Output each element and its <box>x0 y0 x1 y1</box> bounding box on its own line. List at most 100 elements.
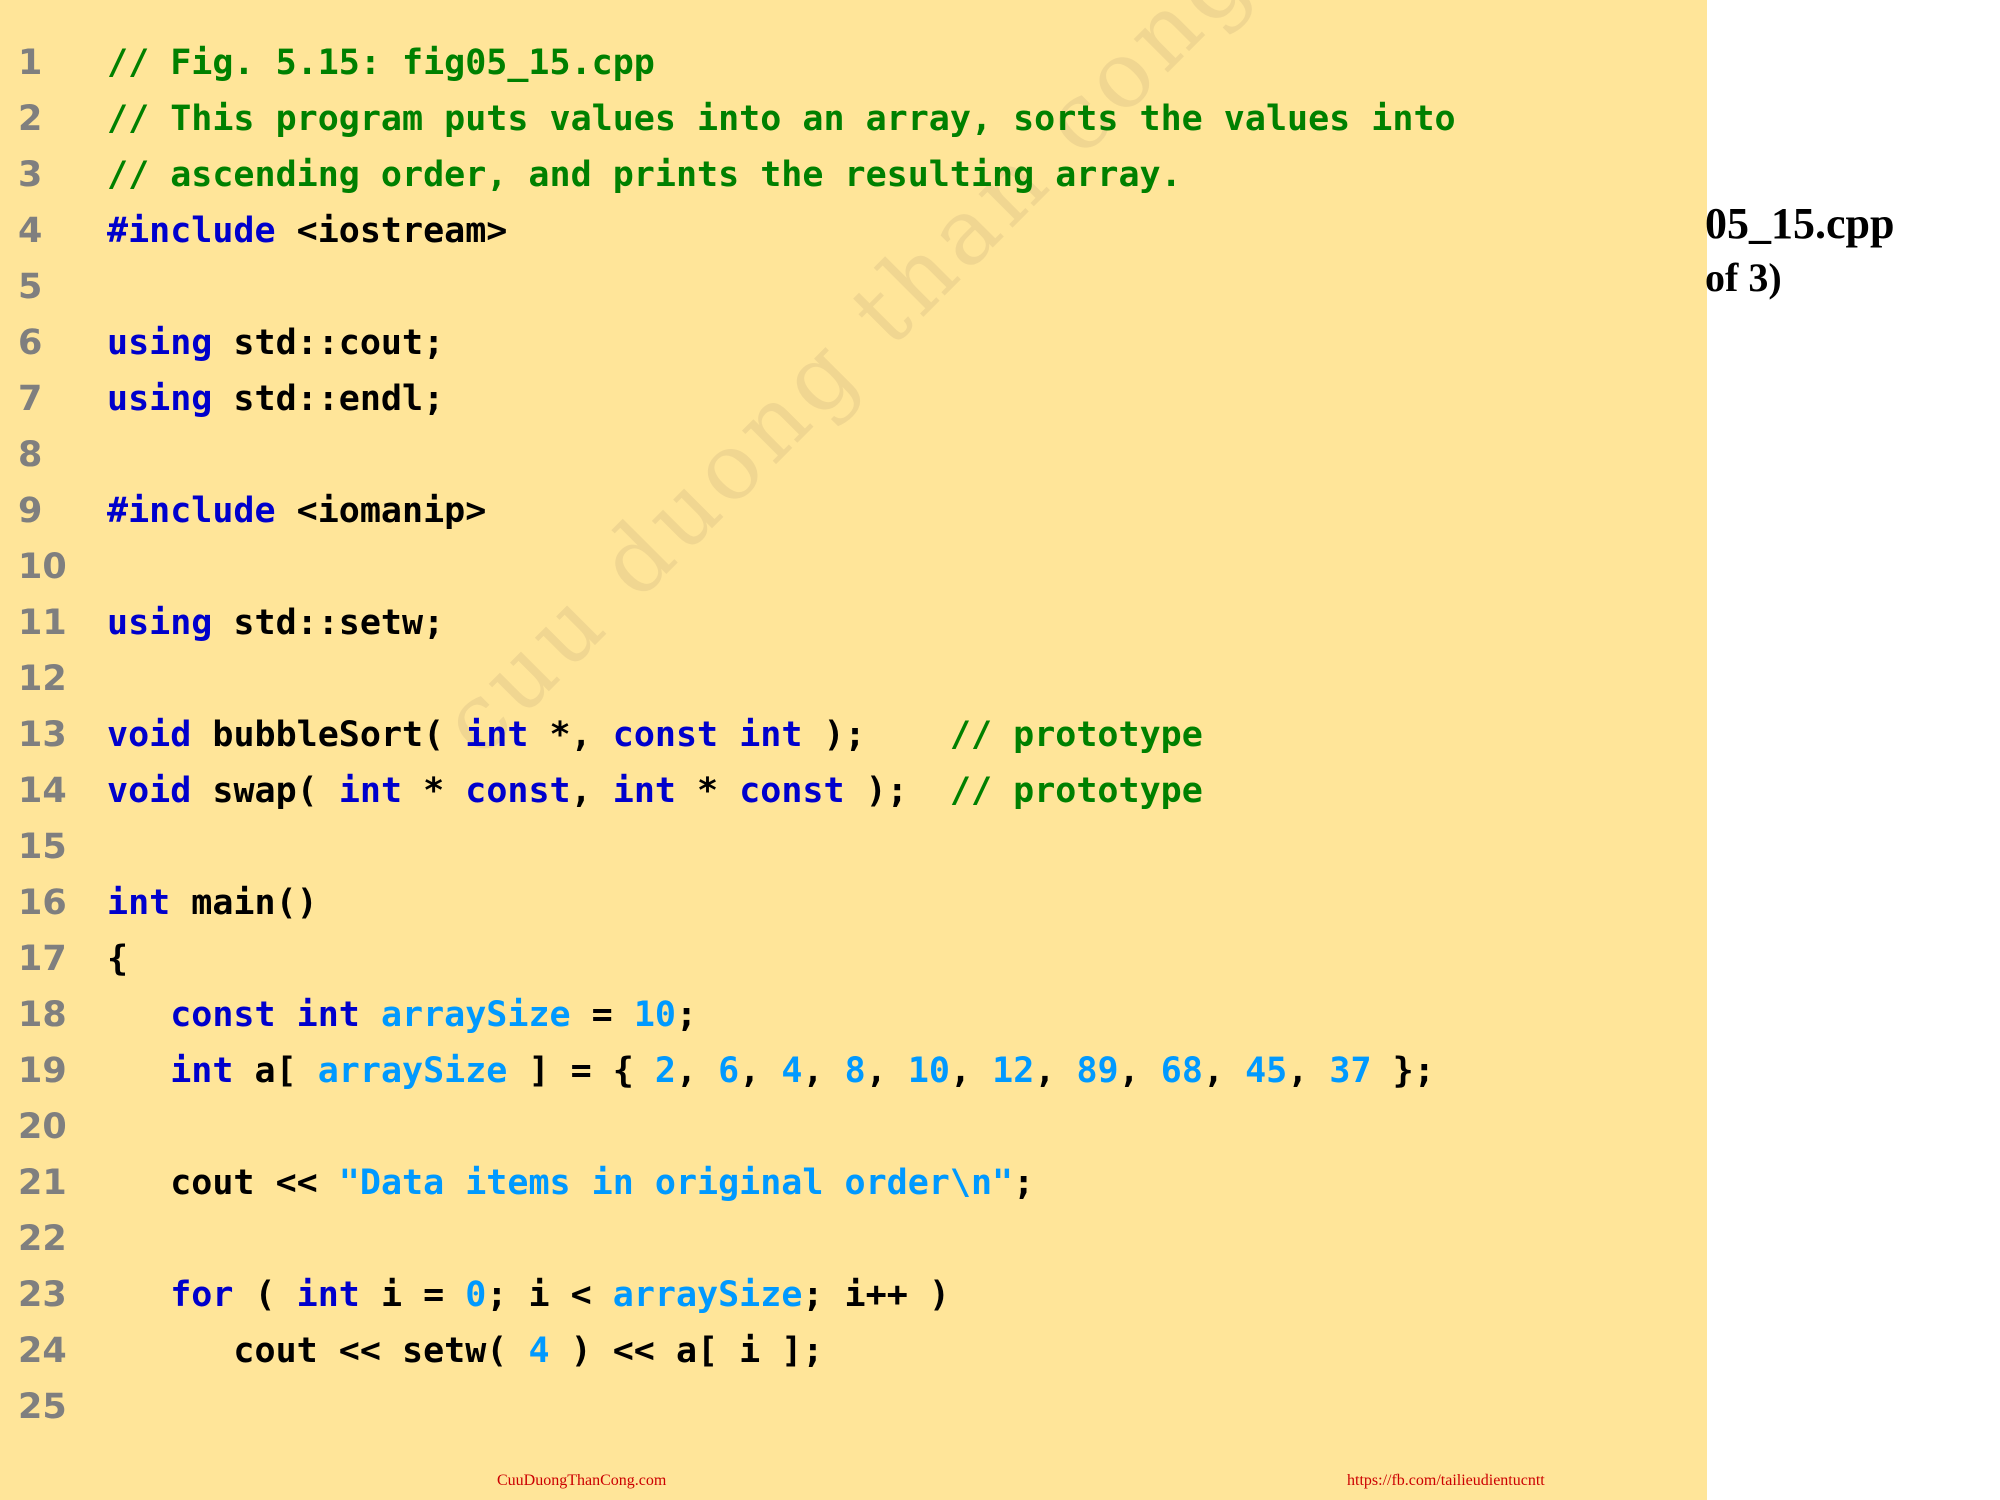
code-token-plain: ; <box>1013 1163 1035 1203</box>
code-token-plain: cout << setw( <box>107 1331 529 1371</box>
code-text: #include <iostream> <box>107 203 507 259</box>
code-token-literal: 68 <box>1160 1051 1203 1091</box>
code-token-keyword: int <box>612 771 676 811</box>
code-token-keyword: int <box>739 715 803 755</box>
code-text: for ( int i = 0; i < arraySize; i++ ) <box>107 1267 950 1323</box>
code-token-plain: a[ <box>233 1051 318 1091</box>
line-number: 23 <box>18 1275 67 1315</box>
line-number: 15 <box>18 827 67 867</box>
footer-site-label: CuuDuongThanCong.com <box>497 1472 667 1489</box>
code-token-plain: i = <box>359 1275 466 1315</box>
code-token-literal: arraySize <box>380 995 571 1035</box>
code-text: // ascending order, and prints the resul… <box>107 147 1182 203</box>
code-token-literal: 0 <box>465 1275 487 1315</box>
code-token-plain: main() <box>170 883 318 923</box>
code-token-plain: <iomanip> <box>275 491 487 531</box>
code-token-keyword: int <box>107 883 171 923</box>
line-number: 11 <box>18 603 67 643</box>
code-token-keyword: int <box>296 1275 360 1315</box>
side-panel-subtitle: of 3) <box>1705 255 1782 300</box>
code-token-plain: * <box>402 771 466 811</box>
code-token-literal: 45 <box>1245 1051 1288 1091</box>
code-token-keyword: int <box>170 1051 234 1091</box>
code-token-plain: , <box>865 1051 908 1091</box>
line-number: 16 <box>18 883 67 923</box>
code-token-comment: // prototype <box>949 715 1203 755</box>
line-number: 17 <box>18 939 67 979</box>
code-token-keyword: using <box>107 323 213 363</box>
code-token-keyword: int <box>296 995 360 1035</box>
code-token-plain: , <box>675 1051 719 1091</box>
code-token-keyword: const <box>739 771 845 811</box>
code-token-keyword: const <box>465 771 571 811</box>
code-text: #include <iomanip> <box>107 483 486 539</box>
line-number: 5 <box>18 267 43 307</box>
code-token-plain: ; <box>675 995 698 1035</box>
code-token-keyword: #include <box>107 211 276 251</box>
line-number: 3 <box>18 155 43 195</box>
line-number: 8 <box>18 435 43 475</box>
code-token-comment: // This program puts values into an arra… <box>107 99 1456 139</box>
code-token-literal: arraySize <box>317 1051 508 1091</box>
code-token-keyword: int <box>338 771 403 811</box>
code-token-literal: 2 <box>654 1051 676 1091</box>
code-token-literal: arraySize <box>612 1275 803 1315</box>
code-token-plain: ); <box>802 715 950 755</box>
code-token-literal: 8 <box>844 1051 866 1091</box>
code-token-plain: , <box>802 1051 845 1091</box>
code-token-plain: * <box>675 771 740 811</box>
code-text: void bubbleSort( int *, const int ); // … <box>107 707 1203 763</box>
code-text: cout << setw( 4 ) << a[ i ]; <box>107 1323 823 1379</box>
code-token-plain: , <box>1287 1051 1330 1091</box>
code-token-comment: // Fig. 5.15: fig05_15.cpp <box>107 43 655 83</box>
code-token-comment: // prototype <box>949 771 1203 811</box>
code-token-plain: cout << <box>107 1163 339 1203</box>
code-token-plain: <iostream> <box>275 211 508 251</box>
slide-page: cuu duong than cong . com 1// Fig. 5.15:… <box>0 0 2000 1500</box>
code-token-literal: 89 <box>1076 1051 1119 1091</box>
code-text: cout << "Data items in original order\n"… <box>107 1155 1034 1211</box>
code-token-plain: std::cout; <box>212 323 445 363</box>
code-token-keyword: int <box>465 715 529 755</box>
code-token-plain: std::setw; <box>212 603 445 643</box>
code-token-plain: = <box>570 995 634 1035</box>
code-token-keyword: void <box>107 771 192 811</box>
code-text: // This program puts values into an arra… <box>107 91 1456 147</box>
code-token-plain: bubbleSort( <box>191 715 466 755</box>
code-token-keyword: for <box>170 1275 234 1315</box>
code-token-literal: 4 <box>781 1051 803 1091</box>
line-number: 1 <box>18 43 43 83</box>
code-token-literal: 6 <box>718 1051 740 1091</box>
code-token-string: "Data items in original order\n" <box>338 1163 1014 1203</box>
code-token-plain: std::endl; <box>212 379 445 419</box>
code-token-comment: // ascending order, and prints the resul… <box>107 155 1182 195</box>
code-token-plain: , <box>739 1051 782 1091</box>
code-token-plain: , <box>1202 1051 1246 1091</box>
code-token-plain: , <box>1034 1051 1077 1091</box>
code-text: int main() <box>107 875 318 931</box>
code-text: const int arraySize = 10; <box>107 987 697 1043</box>
line-number: 19 <box>18 1051 67 1091</box>
line-number: 2 <box>18 99 43 139</box>
line-number: 4 <box>18 211 43 251</box>
code-token-keyword: #include <box>107 491 276 531</box>
code-text: using std::setw; <box>107 595 444 651</box>
line-number: 20 <box>18 1107 67 1147</box>
code-text: { <box>107 931 128 987</box>
code-token-plain: *, <box>528 715 613 755</box>
line-number: 10 <box>18 547 67 587</box>
code-token-plain: ; i < <box>486 1275 613 1315</box>
code-text: void swap( int * const, int * const ); /… <box>107 763 1203 819</box>
code-token-plain: swap( <box>191 771 339 811</box>
line-number: 9 <box>18 491 43 531</box>
code-listing-panel: cuu duong than cong . com 1// Fig. 5.15:… <box>0 0 1707 1500</box>
side-panel-title: 05_15.cpp <box>1705 199 1895 248</box>
code-token-keyword: using <box>107 603 213 643</box>
code-token-keyword: void <box>107 715 192 755</box>
line-number: 21 <box>18 1163 67 1203</box>
code-token-keyword: const <box>612 715 719 755</box>
code-token-plain: }; <box>1371 1051 1435 1091</box>
